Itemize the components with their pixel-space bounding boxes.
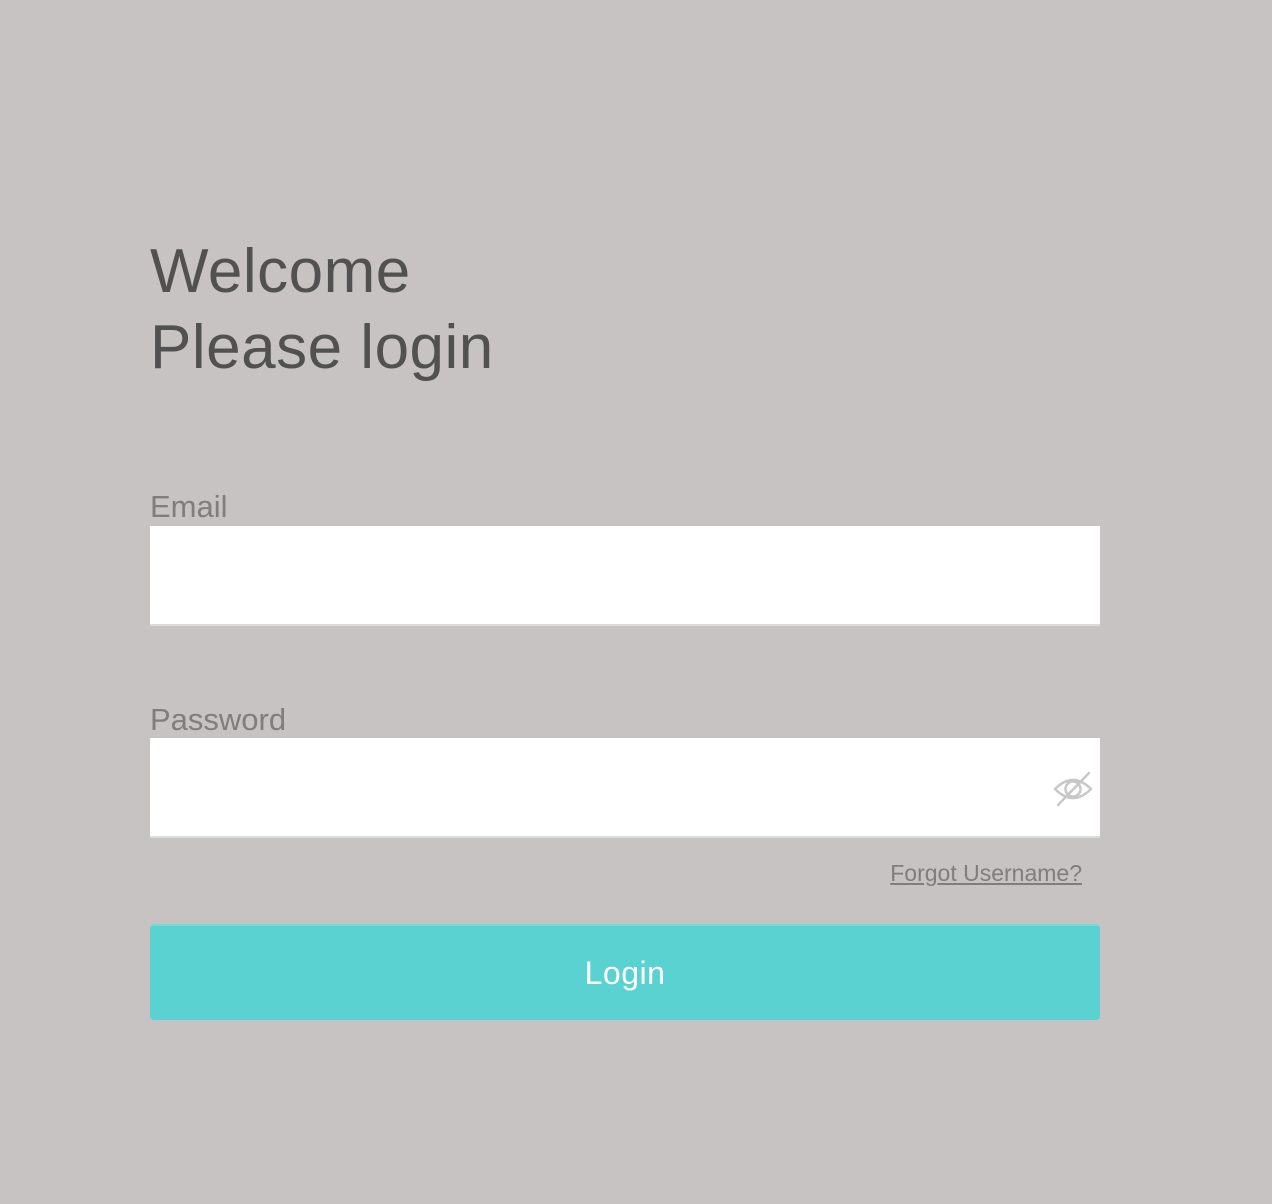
password-field[interactable] — [150, 738, 1100, 838]
welcome-heading: Welcome — [150, 237, 411, 306]
page-title: Welcome Please login — [150, 234, 494, 386]
login-button[interactable]: Login — [150, 924, 1100, 1020]
please-login-heading: Please login — [150, 313, 494, 382]
email-field[interactable] — [150, 526, 1100, 626]
forgot-username-link[interactable]: Forgot Username? — [890, 858, 1082, 888]
eye-slash-icon[interactable] — [1050, 768, 1096, 810]
email-label: Email — [150, 489, 228, 524]
password-label: Password — [150, 702, 287, 737]
